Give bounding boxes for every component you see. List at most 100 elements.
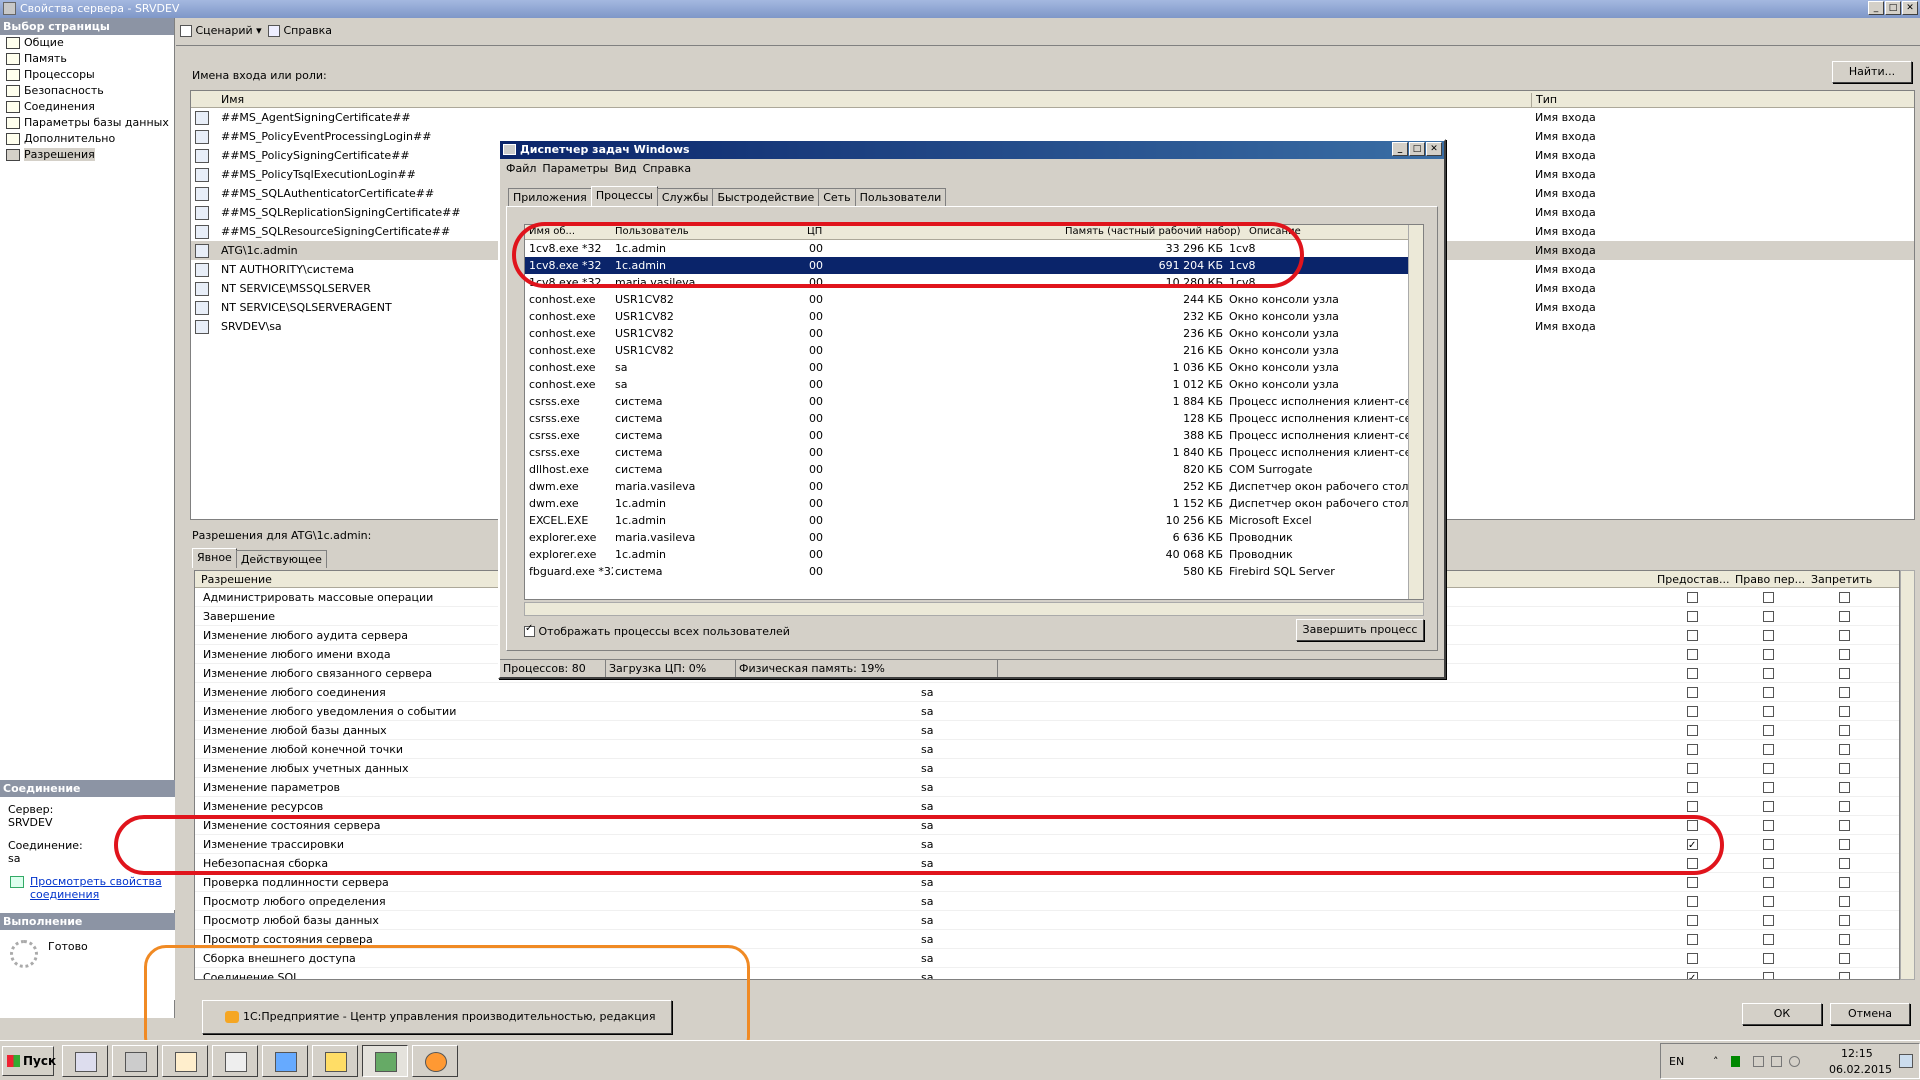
maximize-button[interactable]: □: [1885, 1, 1901, 15]
col-with-grant[interactable]: Право пер...: [1735, 573, 1805, 586]
start-button[interactable]: Пуск: [2, 1046, 56, 1076]
page-item[interactable]: Общие: [0, 35, 174, 51]
show-all-users-option[interactable]: Отображать процессы всех пользователей: [524, 623, 790, 638]
with-grant-checkbox[interactable]: [1763, 592, 1774, 603]
with-grant-checkbox[interactable]: [1763, 706, 1774, 717]
grant-checkbox[interactable]: [1687, 611, 1698, 622]
clock-date[interactable]: 06.02.2015: [1829, 1063, 1892, 1076]
with-grant-checkbox[interactable]: [1763, 953, 1774, 964]
close-button[interactable]: ✕: [1902, 1, 1918, 15]
grant-checkbox[interactable]: [1687, 896, 1698, 907]
taskbar-settings[interactable]: [212, 1045, 258, 1077]
tm-menu-item[interactable]: Справка: [643, 162, 691, 175]
process-list-hscrollbar[interactable]: [524, 602, 1424, 616]
process-row[interactable]: conhost.exe sa 00 1 036 КБ Окно консоли узла: [525, 359, 1423, 376]
show-desktop-icon[interactable]: [1899, 1054, 1913, 1068]
end-process-button[interactable]: Завершить процесс: [1296, 619, 1424, 641]
grant-checkbox[interactable]: [1687, 953, 1698, 964]
deny-checkbox[interactable]: [1839, 801, 1850, 812]
permission-row[interactable]: Просмотр любой базы данных sa: [195, 911, 1899, 930]
permission-row[interactable]: Изменение параметров sa: [195, 778, 1899, 797]
cancel-button[interactable]: Отмена: [1830, 1003, 1910, 1025]
with-grant-checkbox[interactable]: [1763, 630, 1774, 641]
grant-checkbox[interactable]: [1687, 969, 1698, 979]
process-row[interactable]: conhost.exe USR1CV82 00 236 КБ Окно консоли …: [525, 325, 1423, 342]
deny-checkbox[interactable]: [1839, 668, 1850, 679]
col-grant[interactable]: Предостав...: [1657, 573, 1730, 586]
process-row[interactable]: conhost.exe USR1CV82 00 232 КБ Окно консоли …: [525, 308, 1423, 325]
page-item[interactable]: Дополнительно: [0, 131, 174, 147]
grant-checkbox[interactable]: [1687, 649, 1698, 660]
view-connection-properties-link[interactable]: Просмотреть свойства соединения: [30, 875, 162, 901]
process-row[interactable]: csrss.exe система 00 1 884 КБ Процесс исполн…: [525, 393, 1423, 410]
taskbar-preview-popup[interactable]: 1С:Предприятие - Центр управления произв…: [202, 1000, 672, 1055]
with-grant-checkbox[interactable]: [1763, 744, 1774, 755]
grant-checkbox[interactable]: [1687, 763, 1698, 774]
with-grant-checkbox[interactable]: [1763, 687, 1774, 698]
page-item[interactable]: Соединения: [0, 99, 174, 115]
permission-row[interactable]: Изменение любых учетных данных sa: [195, 759, 1899, 778]
deny-checkbox[interactable]: [1839, 877, 1850, 888]
with-grant-checkbox[interactable]: [1763, 763, 1774, 774]
tray-status-icon[interactable]: [1731, 1056, 1740, 1067]
process-row[interactable]: dllhost.exe система 00 820 КБ COM Surrogate: [525, 461, 1423, 478]
tm-close-button[interactable]: ✕: [1426, 142, 1442, 156]
permission-row[interactable]: Просмотр любого определения sa: [195, 892, 1899, 911]
tm-tab[interactable]: Сеть: [818, 188, 856, 206]
help-button[interactable]: Справка: [268, 24, 332, 37]
with-grant-checkbox[interactable]: [1763, 972, 1774, 979]
tab-explicit[interactable]: Явное: [192, 548, 237, 568]
deny-checkbox[interactable]: [1839, 630, 1850, 641]
network-tray-icon[interactable]: [1771, 1056, 1782, 1067]
grant-checkbox[interactable]: [1687, 725, 1698, 736]
page-item[interactable]: Разрешения: [0, 147, 174, 163]
with-grant-checkbox[interactable]: [1763, 801, 1774, 812]
with-grant-checkbox[interactable]: [1763, 725, 1774, 736]
deny-checkbox[interactable]: [1839, 953, 1850, 964]
deny-checkbox[interactable]: [1839, 820, 1850, 831]
permission-row[interactable]: Изменение любой конечной точки sa: [195, 740, 1899, 759]
process-row[interactable]: csrss.exe система 00 1 840 КБ Процесс исполн…: [525, 444, 1423, 461]
process-row[interactable]: dwm.exe 1c.admin 00 1 152 КБ Диспетчер окон …: [525, 495, 1423, 512]
process-row[interactable]: explorer.exe maria.vasileva 00 6 636 КБ Пров…: [525, 529, 1423, 546]
taskbar-tools[interactable]: [162, 1045, 208, 1077]
with-grant-checkbox[interactable]: [1763, 611, 1774, 622]
process-row[interactable]: csrss.exe система 00 388 КБ Процесс исполнен…: [525, 427, 1423, 444]
grant-checkbox[interactable]: [1687, 706, 1698, 717]
page-item[interactable]: Безопасность: [0, 83, 174, 99]
deny-checkbox[interactable]: [1839, 934, 1850, 945]
grant-checkbox[interactable]: [1687, 592, 1698, 603]
with-grant-checkbox[interactable]: [1763, 896, 1774, 907]
tab-effective[interactable]: Действующее: [235, 550, 327, 568]
page-item[interactable]: Параметры базы данных: [0, 115, 174, 131]
permission-row[interactable]: Изменение любого уведомления о событии sa: [195, 702, 1899, 721]
deny-checkbox[interactable]: [1839, 592, 1850, 603]
taskbar-calculator[interactable]: [62, 1045, 108, 1077]
grant-checkbox[interactable]: [1687, 668, 1698, 679]
show-all-users-checkbox[interactable]: [524, 623, 535, 637]
grant-checkbox[interactable]: [1687, 744, 1698, 755]
grant-checkbox[interactable]: [1687, 782, 1698, 793]
tm-tab[interactable]: Быстродействие: [712, 188, 820, 206]
col-type[interactable]: Тип: [1531, 93, 1557, 108]
deny-checkbox[interactable]: [1839, 915, 1850, 926]
process-row[interactable]: fbguard.exe *32 система 00 580 КБ Firebird S…: [525, 563, 1423, 580]
taskbar-1c[interactable]: [412, 1045, 458, 1077]
clock-time[interactable]: 12:15: [1841, 1047, 1873, 1060]
tm-menu-item[interactable]: Файл: [506, 162, 536, 175]
process-row[interactable]: dwm.exe maria.vasileva 00 252 КБ Диспетчер о…: [525, 478, 1423, 495]
volume-icon[interactable]: [1789, 1056, 1800, 1067]
tm-tab[interactable]: Процессы: [590, 186, 658, 206]
page-item[interactable]: Процессоры: [0, 67, 174, 83]
tm-maximize-button[interactable]: □: [1409, 142, 1425, 156]
process-row[interactable]: csrss.exe система 00 128 КБ Процесс исполнен…: [525, 410, 1423, 427]
with-grant-checkbox[interactable]: [1763, 649, 1774, 660]
process-list-scrollbar[interactable]: [1408, 225, 1423, 599]
with-grant-checkbox[interactable]: [1763, 858, 1774, 869]
minimize-button[interactable]: _: [1868, 1, 1884, 15]
grant-checkbox[interactable]: [1687, 915, 1698, 926]
grant-checkbox[interactable]: [1687, 877, 1698, 888]
deny-checkbox[interactable]: [1839, 725, 1850, 736]
tm-tab[interactable]: Пользователи: [854, 188, 947, 206]
process-row[interactable]: conhost.exe USR1CV82 00 216 КБ Окно консоли …: [525, 342, 1423, 359]
